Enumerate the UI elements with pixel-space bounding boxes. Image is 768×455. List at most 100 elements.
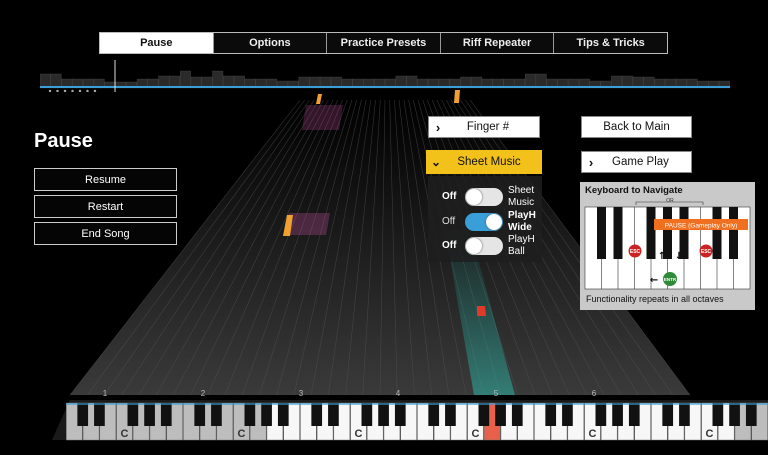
toggle-label-line1: PlayH (508, 234, 535, 245)
progress-track (40, 86, 730, 88)
toggle-row-playh-ball: Off PlayH Ball (428, 234, 542, 258)
toggle-label-line2: Wide (508, 222, 532, 233)
piano-black-key (261, 403, 272, 426)
playh-wide-toggle[interactable] (465, 213, 503, 231)
piano-black-key (394, 403, 406, 426)
keyboard-diagram: PAUSE (Gameplay Only) OR ESC ESC ENTR ← ↑ ↓ (584, 198, 751, 290)
piano-black-key (745, 403, 757, 426)
kb-or-label: OR (666, 198, 674, 204)
keyboard-nav-footer: Functionality repeats in all octaves (586, 294, 724, 304)
tab-tips-tricks[interactable]: Tips & Tricks (554, 33, 667, 53)
toggle-label-line2: Music (508, 197, 535, 208)
esc-key-label: ESC (630, 249, 641, 255)
piano-black-key (511, 403, 523, 426)
octave-number: 5 (494, 389, 499, 398)
kb-pause-callout-text: PAUSE (Gameplay Only) (665, 223, 737, 230)
sheet-music-dropdown[interactable]: ⌄ Sheet Music (426, 150, 542, 174)
piano-black-key (94, 403, 105, 426)
octave-number: 6 (592, 389, 597, 398)
progress-section-bar (50, 73, 62, 89)
piano-c-label: C (472, 428, 480, 440)
piano-black-key (712, 403, 724, 426)
piano-black-key (194, 403, 206, 426)
progress-dot (86, 89, 89, 92)
keyboard-navigation-panel: Keyboard to Navigate PAUSE (Gameplay Onl… (580, 182, 755, 310)
piano-black-key (378, 403, 389, 426)
tab-riff-repeater[interactable]: Riff Repeater (441, 33, 555, 53)
piano-black-key (211, 403, 222, 426)
progress-dot (93, 89, 97, 92)
piano-black-key (628, 403, 640, 426)
song-progress-minimap[interactable] (40, 60, 730, 92)
finger-number-label: Finger # (466, 121, 510, 133)
kb-black-key (646, 207, 656, 259)
progress-dot (78, 89, 82, 92)
progress-section-bar (212, 70, 224, 89)
piano-black-key (127, 403, 139, 426)
piano-black-key (662, 403, 674, 426)
restart-button[interactable]: Restart (34, 195, 177, 218)
piano-black-key (428, 403, 440, 426)
sheet-music-toggle[interactable] (465, 188, 503, 206)
piano-c-label: C (706, 428, 714, 440)
toggle-row-playh-wide: Off PlayH Wide (428, 210, 542, 234)
up-arrow-icon: ↑ (658, 251, 666, 262)
piano-black-key (244, 403, 256, 426)
progress-section-bar (525, 73, 536, 89)
toggle-label: Sheet Music (508, 185, 548, 209)
toggle-knob (466, 189, 482, 205)
finger-number-button[interactable]: › Finger # (428, 116, 540, 138)
piano-black-key (160, 403, 172, 426)
octave-number: 2 (201, 389, 206, 398)
toggle-label: PlayH Wide (508, 210, 548, 234)
piano-black-key (612, 403, 623, 426)
end-song-button[interactable]: End Song (34, 222, 177, 245)
progress-section-bar (535, 73, 547, 89)
progress-dot (71, 89, 74, 92)
kb-black-key (613, 207, 623, 259)
kb-black-key (712, 207, 722, 259)
back-to-main-button[interactable]: Back to Main (581, 116, 692, 138)
octave-number: 4 (396, 389, 401, 398)
tab-options[interactable]: Options (214, 33, 328, 53)
piano-black-key (729, 403, 740, 426)
toggle-label-line1: Sheet (508, 185, 535, 196)
piano-black-key (277, 403, 289, 426)
tab-pause[interactable]: Pause (100, 33, 214, 53)
game-play-button[interactable]: › Game Play (581, 151, 692, 173)
note-pink-trail (302, 105, 343, 130)
piano-black-key (562, 403, 573, 426)
piano-black-key (361, 403, 373, 426)
piano-black-key (595, 403, 607, 426)
toggle-knob (466, 238, 482, 254)
piano-black-key (545, 403, 557, 426)
toggle-label-line1: PlayH (508, 210, 536, 221)
octave-number: 3 (299, 389, 304, 398)
piano-black-key (478, 403, 490, 426)
kb-black-key (597, 207, 606, 259)
toggle-row-sheet-music: Off Sheet Music (428, 185, 542, 209)
piano-black-key (679, 403, 690, 426)
left-arrow-icon: ← (650, 275, 658, 286)
kb-black-key (729, 207, 738, 259)
tab-practice-presets[interactable]: Practice Presets (327, 33, 441, 53)
piano-c-label: C (238, 428, 246, 440)
piano-c-label: C (355, 428, 363, 440)
toggle-state-label: Off (442, 191, 457, 202)
toggle-knob (486, 214, 502, 230)
piano-black-key (77, 403, 89, 426)
toggle-label: PlayH Ball (508, 234, 548, 258)
toggle-state-label: Off (442, 240, 457, 251)
sheet-music-toggles: Off Sheet Music Off PlayH Wide Off PlayH Ba… (428, 176, 542, 262)
resume-button[interactable]: Resume (34, 168, 177, 191)
enter-key-label: ENTR (664, 277, 677, 282)
progress-dot (48, 89, 52, 92)
toggle-label-line2: Ball (508, 246, 525, 257)
note-red-bar (477, 306, 486, 316)
game-screen: C C C C C C 1 2 3 4 5 6 Pause Options Practice Pres… (0, 0, 768, 455)
tab-bar: Pause Options Practice Presets Riff Repe… (99, 32, 668, 54)
playh-ball-toggle[interactable] (465, 237, 503, 255)
game-play-label: Game Play (612, 156, 669, 168)
chevron-right-icon: › (588, 154, 594, 170)
piano-c-label: C (121, 428, 129, 440)
